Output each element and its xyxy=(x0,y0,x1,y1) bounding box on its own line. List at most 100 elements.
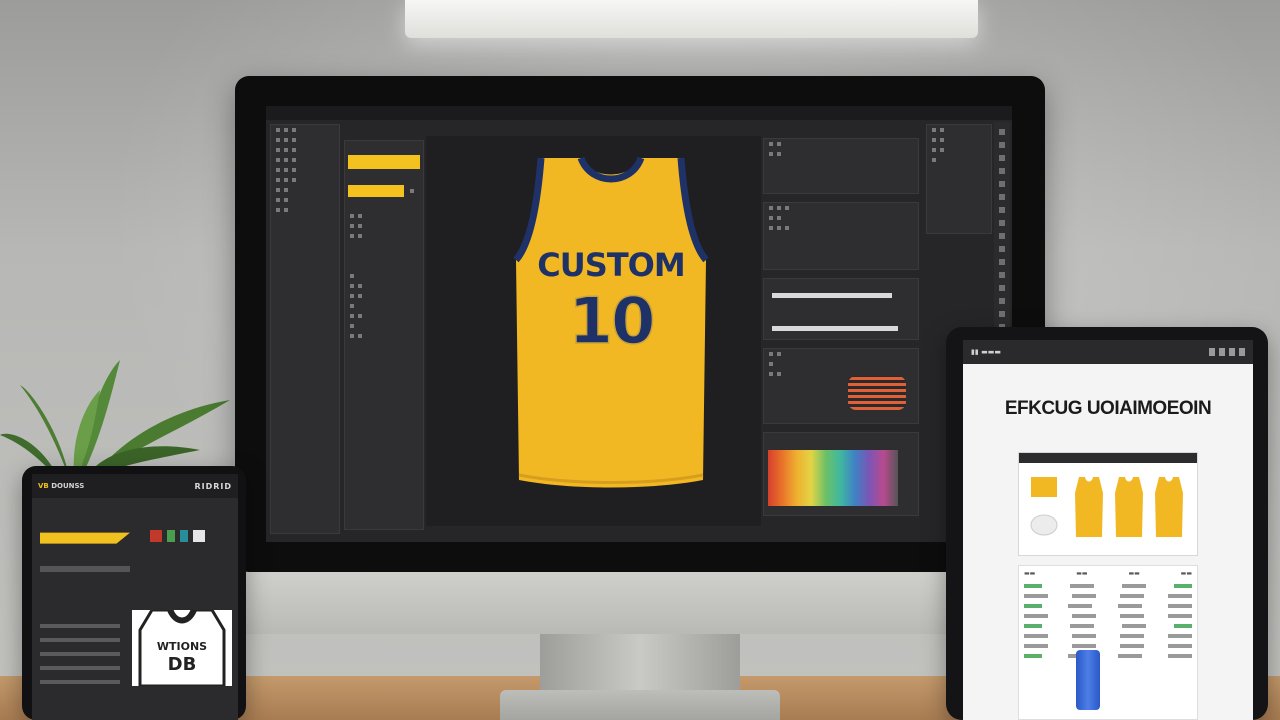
adjustments-panel xyxy=(763,202,919,270)
property-row[interactable] xyxy=(345,321,423,331)
property-row[interactable] xyxy=(345,331,423,341)
history-row[interactable] xyxy=(927,135,991,145)
table-row[interactable] xyxy=(1019,641,1197,651)
setting-row[interactable] xyxy=(40,638,120,642)
adjustment-row[interactable] xyxy=(764,223,918,233)
property-row[interactable] xyxy=(345,221,423,231)
jersey-variant-thumbnail[interactable] xyxy=(1114,475,1144,541)
tool-icon[interactable] xyxy=(999,181,1005,187)
primary-color-swatch[interactable] xyxy=(348,155,420,169)
texture-preview xyxy=(848,376,906,410)
order-table: ▬▬ ▬▬ ▬▬ ▬▬ xyxy=(1018,565,1198,720)
property-row[interactable] xyxy=(345,291,423,301)
table-row[interactable] xyxy=(1019,581,1197,591)
tablet-screen: ▮▮ ▬▬▬ EFKCUG UOIAIMOEOIN ▬▬ ▬▬ ▬▬ ▬▬ xyxy=(963,340,1253,720)
property-row[interactable] xyxy=(345,281,423,291)
toolbar-icon[interactable] xyxy=(1239,348,1245,356)
phone-menu-text[interactable]: RIDRID xyxy=(194,482,232,491)
red-swatch-icon[interactable] xyxy=(150,530,162,542)
phone-color-swatch[interactable] xyxy=(40,532,130,544)
phone-topbar: VB DOUNSS RIDRID xyxy=(32,474,238,498)
tablet-toolbar-icons xyxy=(1209,348,1245,356)
property-row[interactable] xyxy=(345,211,423,221)
tool-icon[interactable] xyxy=(999,194,1005,200)
effect-row[interactable] xyxy=(764,349,918,359)
tool-row[interactable] xyxy=(271,135,339,145)
tool-row[interactable] xyxy=(271,155,339,165)
history-row[interactable] xyxy=(927,155,991,165)
jersey-variant-thumbnail[interactable] xyxy=(1029,475,1059,541)
phone-jersey-preview[interactable]: WTIONS DB xyxy=(132,610,232,686)
history-panel xyxy=(926,124,992,234)
tool-row[interactable] xyxy=(271,145,339,155)
property-row[interactable] xyxy=(345,231,423,241)
tablet-page-title: EFKCUG UOIAIMOEOIN xyxy=(1004,398,1212,419)
tool-icon[interactable] xyxy=(999,220,1005,226)
setting-row[interactable] xyxy=(40,666,120,670)
history-row[interactable] xyxy=(927,125,991,135)
layer-row[interactable] xyxy=(764,139,918,149)
secondary-color-swatch[interactable] xyxy=(348,185,404,197)
sliders-panel xyxy=(763,278,919,340)
tool-row[interactable] xyxy=(271,205,339,215)
adjustment-row[interactable] xyxy=(764,203,918,213)
slider-track[interactable] xyxy=(772,326,898,331)
tool-row[interactable] xyxy=(271,175,339,185)
jersey-word-text: CUSTOM xyxy=(537,246,685,284)
tool-icon[interactable] xyxy=(999,142,1005,148)
toolbar-icon[interactable] xyxy=(1229,348,1235,356)
setting-row[interactable] xyxy=(40,652,120,656)
property-row[interactable] xyxy=(345,271,423,281)
phone-slider[interactable] xyxy=(40,566,130,572)
table-row[interactable] xyxy=(1019,601,1197,611)
jersey-variant-thumbnail[interactable] xyxy=(1154,475,1184,541)
tool-row[interactable] xyxy=(271,165,339,175)
ceiling-light-fixture xyxy=(405,0,978,38)
setting-row[interactable] xyxy=(40,624,120,628)
tool-icon[interactable] xyxy=(999,311,1005,317)
jersey-variants-card xyxy=(1018,452,1198,556)
tool-row[interactable] xyxy=(271,185,339,195)
setting-row[interactable] xyxy=(40,680,120,684)
table-row[interactable] xyxy=(1019,611,1197,621)
color-gradient-picker[interactable] xyxy=(768,450,898,506)
monitor-stand-neck xyxy=(540,634,740,698)
tool-icon[interactable] xyxy=(999,168,1005,174)
tool-icon[interactable] xyxy=(999,285,1005,291)
column-header: ▬▬ xyxy=(1076,570,1088,577)
jersey-mockup[interactable]: CUSTOM 10 xyxy=(511,150,711,490)
tool-icon[interactable] xyxy=(999,246,1005,252)
layer-row[interactable] xyxy=(764,149,918,159)
toolbar-icon[interactable] xyxy=(1219,348,1225,356)
tool-icon[interactable] xyxy=(999,233,1005,239)
effect-row[interactable] xyxy=(764,359,918,369)
tablet-topbar: ▮▮ ▬▬▬ xyxy=(963,340,1253,364)
table-row[interactable] xyxy=(1019,651,1197,661)
property-row[interactable] xyxy=(345,311,423,321)
teal-swatch-icon[interactable] xyxy=(180,530,188,542)
history-row[interactable] xyxy=(927,145,991,155)
jersey-number-text: 10 xyxy=(568,284,657,360)
property-row[interactable] xyxy=(345,301,423,311)
tool-icon[interactable] xyxy=(999,207,1005,213)
tablet-brand: ▮▮ ▬▬▬ xyxy=(971,348,1001,356)
jersey-variant-thumbnail[interactable] xyxy=(1074,475,1104,541)
tool-icon[interactable] xyxy=(999,155,1005,161)
table-row[interactable] xyxy=(1019,631,1197,641)
table-row[interactable] xyxy=(1019,591,1197,601)
tool-icon[interactable] xyxy=(999,298,1005,304)
swatch-dropdown-icon[interactable] xyxy=(410,189,414,193)
tool-icon[interactable] xyxy=(999,129,1005,135)
adjustment-row[interactable] xyxy=(764,213,918,223)
product-thumbnail[interactable] xyxy=(1076,650,1100,710)
table-row[interactable] xyxy=(1019,621,1197,631)
green-swatch-icon[interactable] xyxy=(167,530,175,542)
tool-row[interactable] xyxy=(271,125,339,135)
tool-icon[interactable] xyxy=(999,259,1005,265)
pen-icon[interactable] xyxy=(193,530,205,542)
tool-row[interactable] xyxy=(271,195,339,205)
phone-screen: VB DOUNSS RIDRID WTIONS DB xyxy=(32,474,238,720)
toolbar-icon[interactable] xyxy=(1209,348,1215,356)
app-menubar xyxy=(266,106,1012,120)
tool-icon[interactable] xyxy=(999,272,1005,278)
